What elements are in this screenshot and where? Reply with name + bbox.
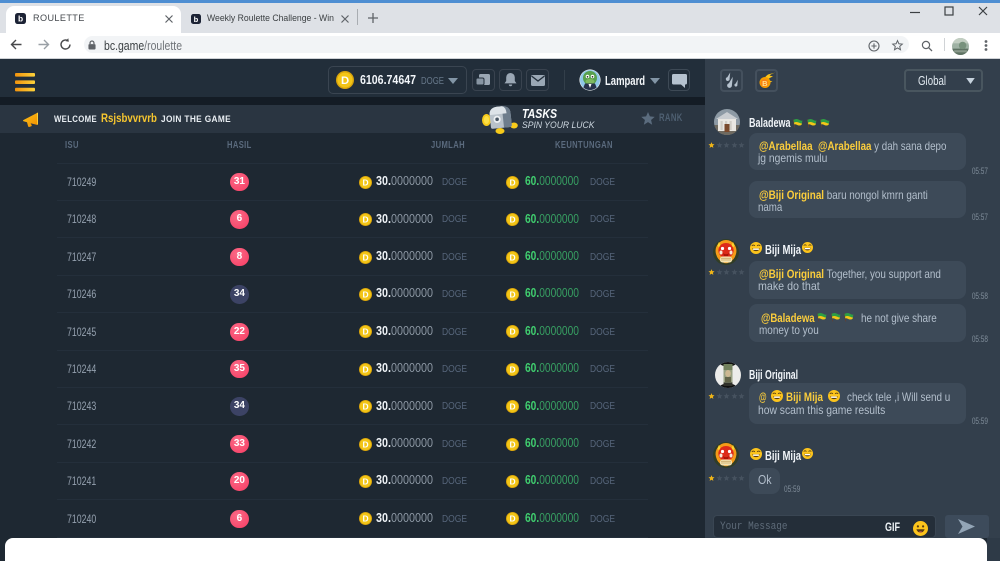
svg-text:D: D: [509, 290, 515, 300]
svg-text:D: D: [509, 439, 515, 449]
svg-text:D: D: [362, 290, 368, 300]
svg-text:b: b: [18, 14, 23, 24]
svg-text:D: D: [362, 477, 368, 487]
svg-text:b: b: [194, 15, 199, 24]
svg-text:D: D: [362, 177, 368, 187]
svg-text:D: D: [362, 402, 368, 412]
svg-text:D: D: [509, 402, 515, 412]
svg-text:D: D: [509, 215, 515, 225]
svg-text:D: D: [362, 439, 368, 449]
svg-text:D: D: [362, 364, 368, 374]
svg-text:D: D: [341, 75, 349, 87]
svg-text:D: D: [362, 215, 368, 225]
svg-text:D: D: [509, 177, 515, 187]
svg-text:D: D: [362, 252, 368, 262]
svg-text:D: D: [362, 327, 368, 337]
svg-text:D: D: [509, 327, 515, 337]
svg-text:D: D: [362, 514, 368, 524]
svg-text:D: D: [509, 252, 515, 262]
svg-text:D: D: [509, 514, 515, 524]
svg-text:D: D: [509, 364, 515, 374]
svg-text:B: B: [762, 78, 768, 87]
svg-text:D: D: [509, 477, 515, 487]
